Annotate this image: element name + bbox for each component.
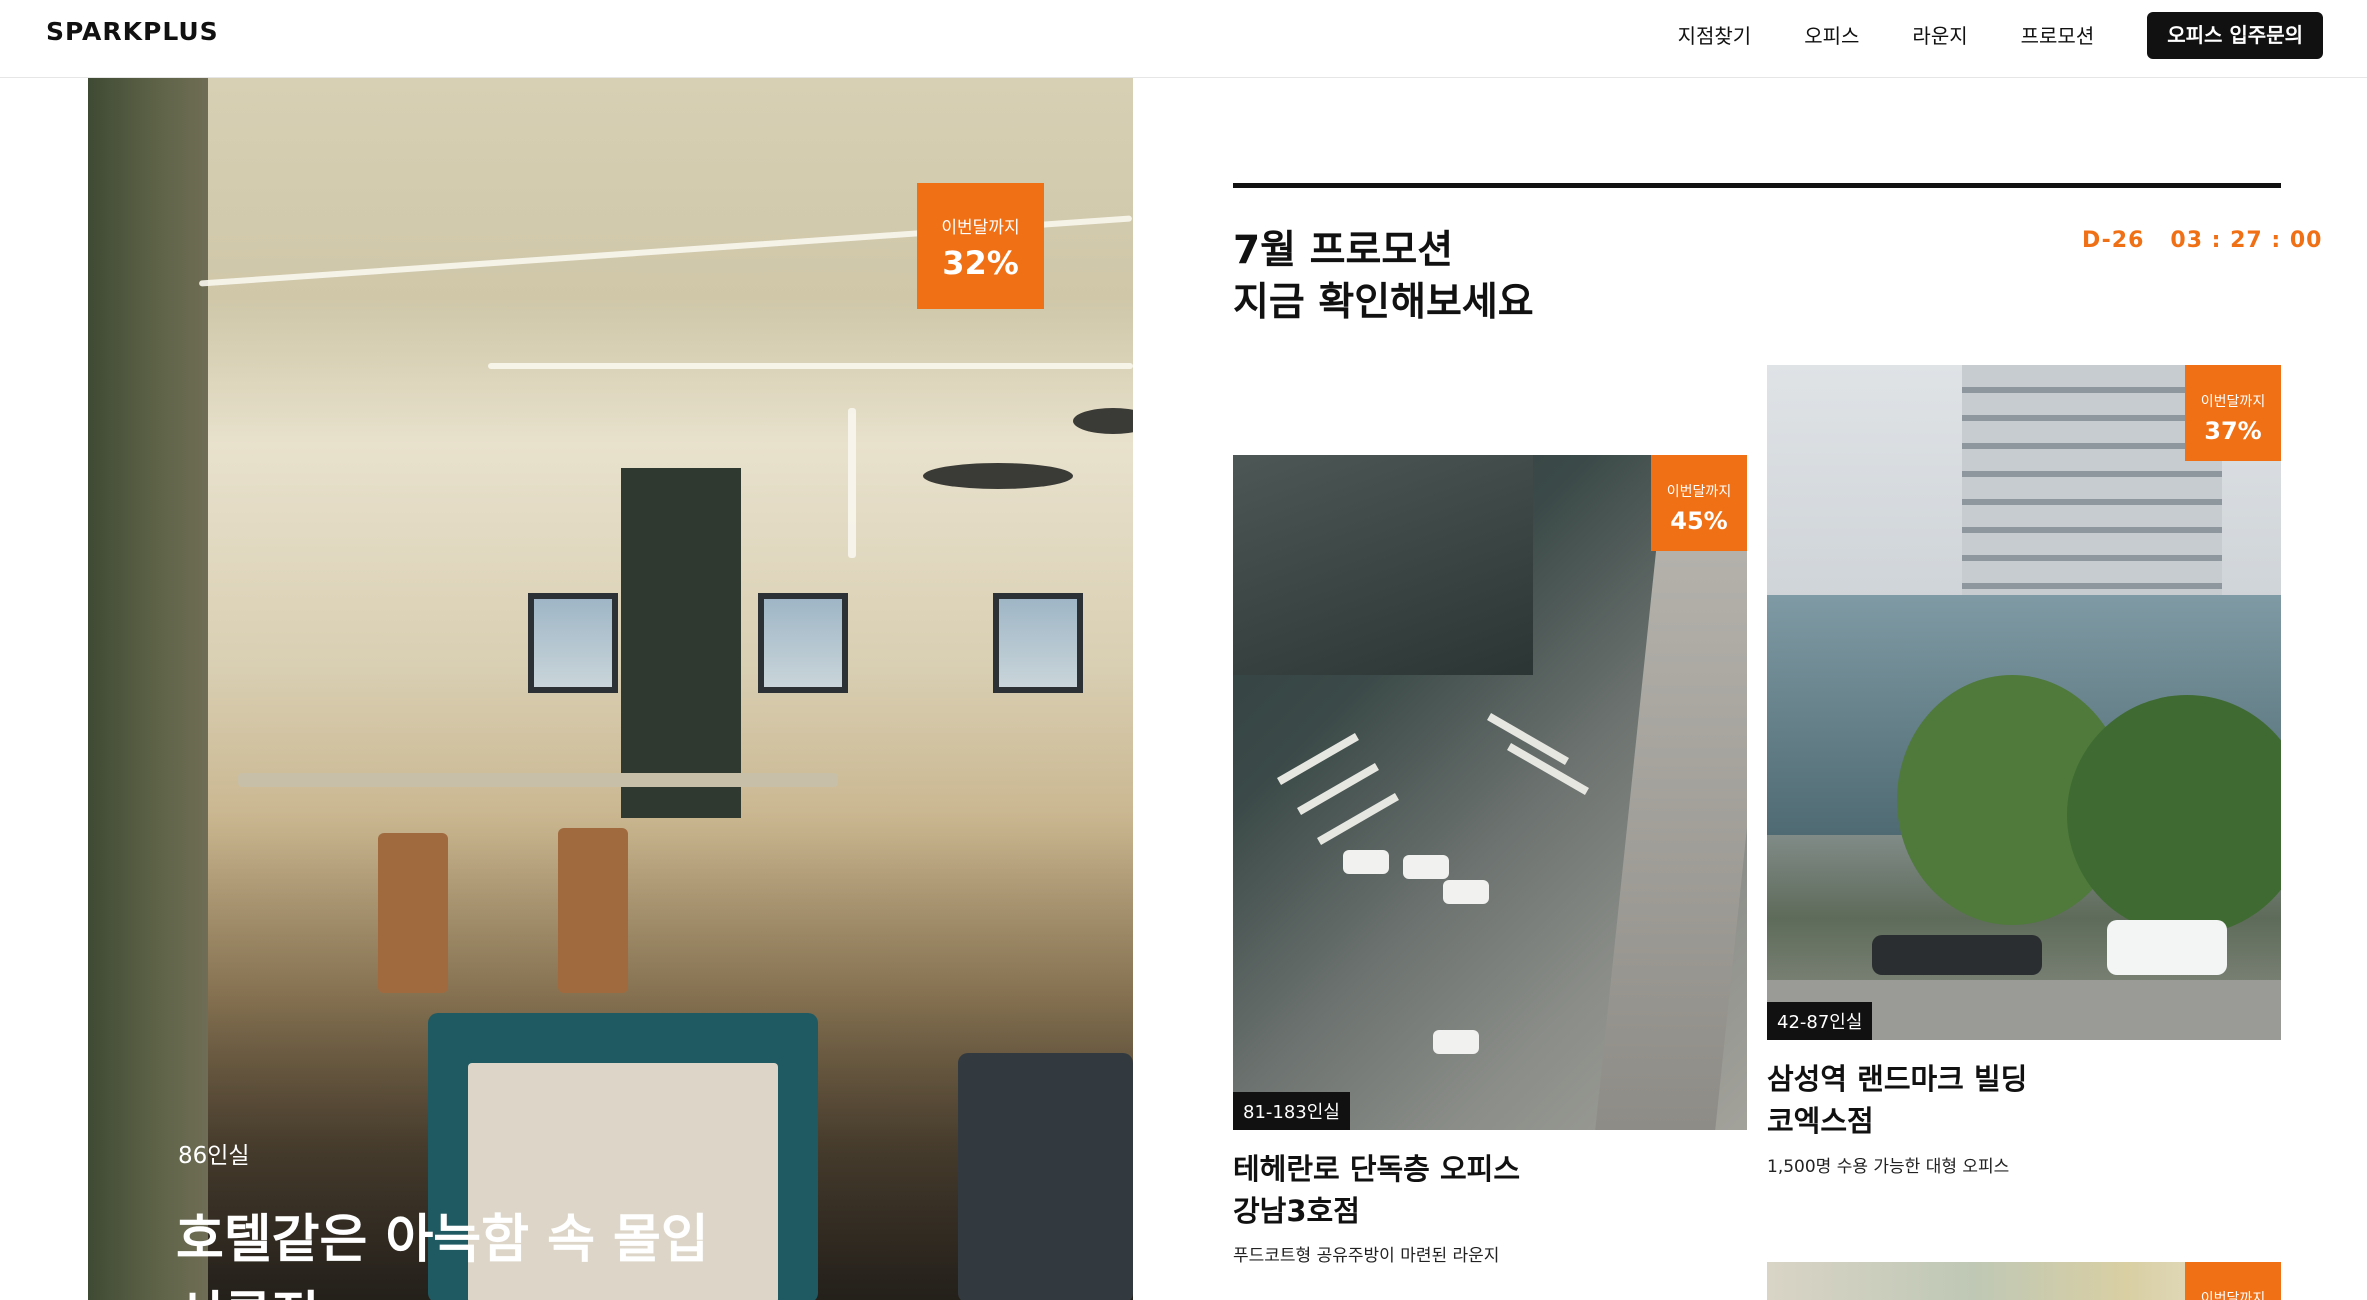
card-description: 푸드코트형 공유주방이 마련된 라운지 bbox=[1233, 1246, 1500, 1266]
promo-divider bbox=[1233, 183, 2281, 188]
branch-card-image[interactable]: 이번달까지 45% 81-183인실 bbox=[1233, 455, 1747, 1130]
hero-photo-window bbox=[758, 593, 848, 693]
discount-badge: 이번달까지 45% bbox=[1651, 455, 1747, 551]
card-branch-name: 코엑스점 bbox=[1767, 1104, 1874, 1138]
card-capacity: 81-183인실 bbox=[1233, 1092, 1350, 1130]
discount-badge-label: 이번달까지 bbox=[2200, 1291, 2266, 1300]
hero-photo-pendant-lamp bbox=[923, 463, 1073, 489]
card-title-line: 테헤란로 단독층 오피스 bbox=[1233, 1152, 1520, 1186]
hero-branch-card[interactable]: 이번달까지 32% 86인실 호텔같은 아늑함 속 몰입 선릉점 bbox=[88, 78, 1133, 1300]
card-photo-car bbox=[1403, 855, 1449, 879]
hero-capacity: 86인실 bbox=[178, 1143, 250, 1169]
card-photo-crosswalk bbox=[1277, 733, 1359, 785]
hero-photo-window bbox=[993, 593, 1083, 693]
card-photo-car bbox=[1343, 850, 1389, 874]
site-header: SPARKPLUS 지점찾기 오피스 라운지 프로모션 오피스 입주문의 bbox=[0, 0, 2367, 78]
card-photo-building bbox=[1233, 455, 1533, 675]
discount-badge: 이번달까지 37% bbox=[2185, 365, 2281, 461]
hero-photo-chair bbox=[558, 828, 628, 993]
nav-promotion[interactable]: 프로모션 bbox=[2021, 16, 2095, 56]
card-description: 1,500명 수용 가능한 대형 오피스 bbox=[1767, 1157, 2010, 1177]
card-photo-crosswalk bbox=[1297, 763, 1379, 815]
hero-photo-wall bbox=[88, 78, 208, 1300]
card-title[interactable]: 테헤란로 단독층 오피스 강남3호점 bbox=[1233, 1148, 1520, 1232]
card-capacity: 42-87인실 bbox=[1767, 1002, 1873, 1040]
hero-photo-chair bbox=[378, 833, 448, 993]
hero-title-line: 호텔같은 아늑함 속 몰입 bbox=[176, 1210, 709, 1270]
card-photo-car bbox=[1872, 935, 2042, 975]
card-title-line: 삼성역 랜드마크 빌딩 bbox=[1767, 1062, 2028, 1096]
hero-title: 호텔같은 아늑함 속 몰입 선릉점 bbox=[176, 1202, 709, 1300]
discount-badge: 이번달까지 bbox=[2185, 1262, 2281, 1300]
hero-photo-ceiling-light bbox=[488, 363, 1133, 369]
card-photo-crosswalk bbox=[1317, 793, 1399, 845]
main-nav: 지점찾기 오피스 라운지 프로모션 오피스 입주문의 bbox=[1678, 12, 2323, 59]
hero-photo-table bbox=[238, 773, 838, 787]
hero-branch-name: 선릉점 bbox=[176, 1279, 709, 1300]
card-photo-car bbox=[1443, 880, 1489, 904]
promo-countdown: D-26 03 : 27 : 00 bbox=[2082, 228, 2323, 253]
card-photo-wall bbox=[1595, 525, 1747, 1130]
card-photo-van bbox=[2107, 920, 2227, 975]
sparkplus-logo[interactable]: SPARKPLUS bbox=[46, 17, 219, 46]
hero-photo-sofa bbox=[958, 1053, 1133, 1300]
branch-card-image[interactable]: 이번달까지 bbox=[1767, 1262, 2281, 1300]
promo-title-line: 7월 프로모션 bbox=[1233, 228, 1454, 273]
hero-photo-column bbox=[621, 468, 741, 818]
hero-photo-window bbox=[528, 593, 618, 693]
office-inquiry-button[interactable]: 오피스 입주문의 bbox=[2147, 12, 2323, 59]
nav-find-branch[interactable]: 지점찾기 bbox=[1678, 16, 1752, 56]
card-title[interactable]: 삼성역 랜드마크 빌딩 코엑스점 bbox=[1767, 1058, 2027, 1142]
discount-badge-label: 이번달까지 bbox=[941, 218, 1020, 238]
hero-photo-ceiling-light bbox=[848, 408, 856, 558]
discount-badge-value: 45% bbox=[1670, 507, 1728, 535]
hero-photo-pendant-lamp bbox=[1073, 408, 1133, 434]
discount-badge-label: 이번달까지 bbox=[1666, 484, 1732, 500]
card-branch-name: 강남3호점 bbox=[1233, 1194, 1360, 1228]
discount-badge: 이번달까지 32% bbox=[917, 183, 1044, 309]
promo-title-line: 지금 확인해보세요 bbox=[1233, 280, 1534, 325]
nav-office[interactable]: 오피스 bbox=[1804, 16, 1859, 56]
discount-badge-label: 이번달까지 bbox=[2200, 394, 2266, 410]
discount-badge-value: 32% bbox=[942, 244, 1019, 282]
nav-lounge[interactable]: 라운지 bbox=[1912, 16, 1967, 56]
discount-badge-value: 37% bbox=[2204, 417, 2262, 445]
branch-card-image[interactable]: 이번달까지 37% 42-87인실 bbox=[1767, 365, 2281, 1040]
card-photo-car bbox=[1433, 1030, 1479, 1054]
promo-title: 7월 프로모션 지금 확인해보세요 bbox=[1233, 225, 1534, 329]
